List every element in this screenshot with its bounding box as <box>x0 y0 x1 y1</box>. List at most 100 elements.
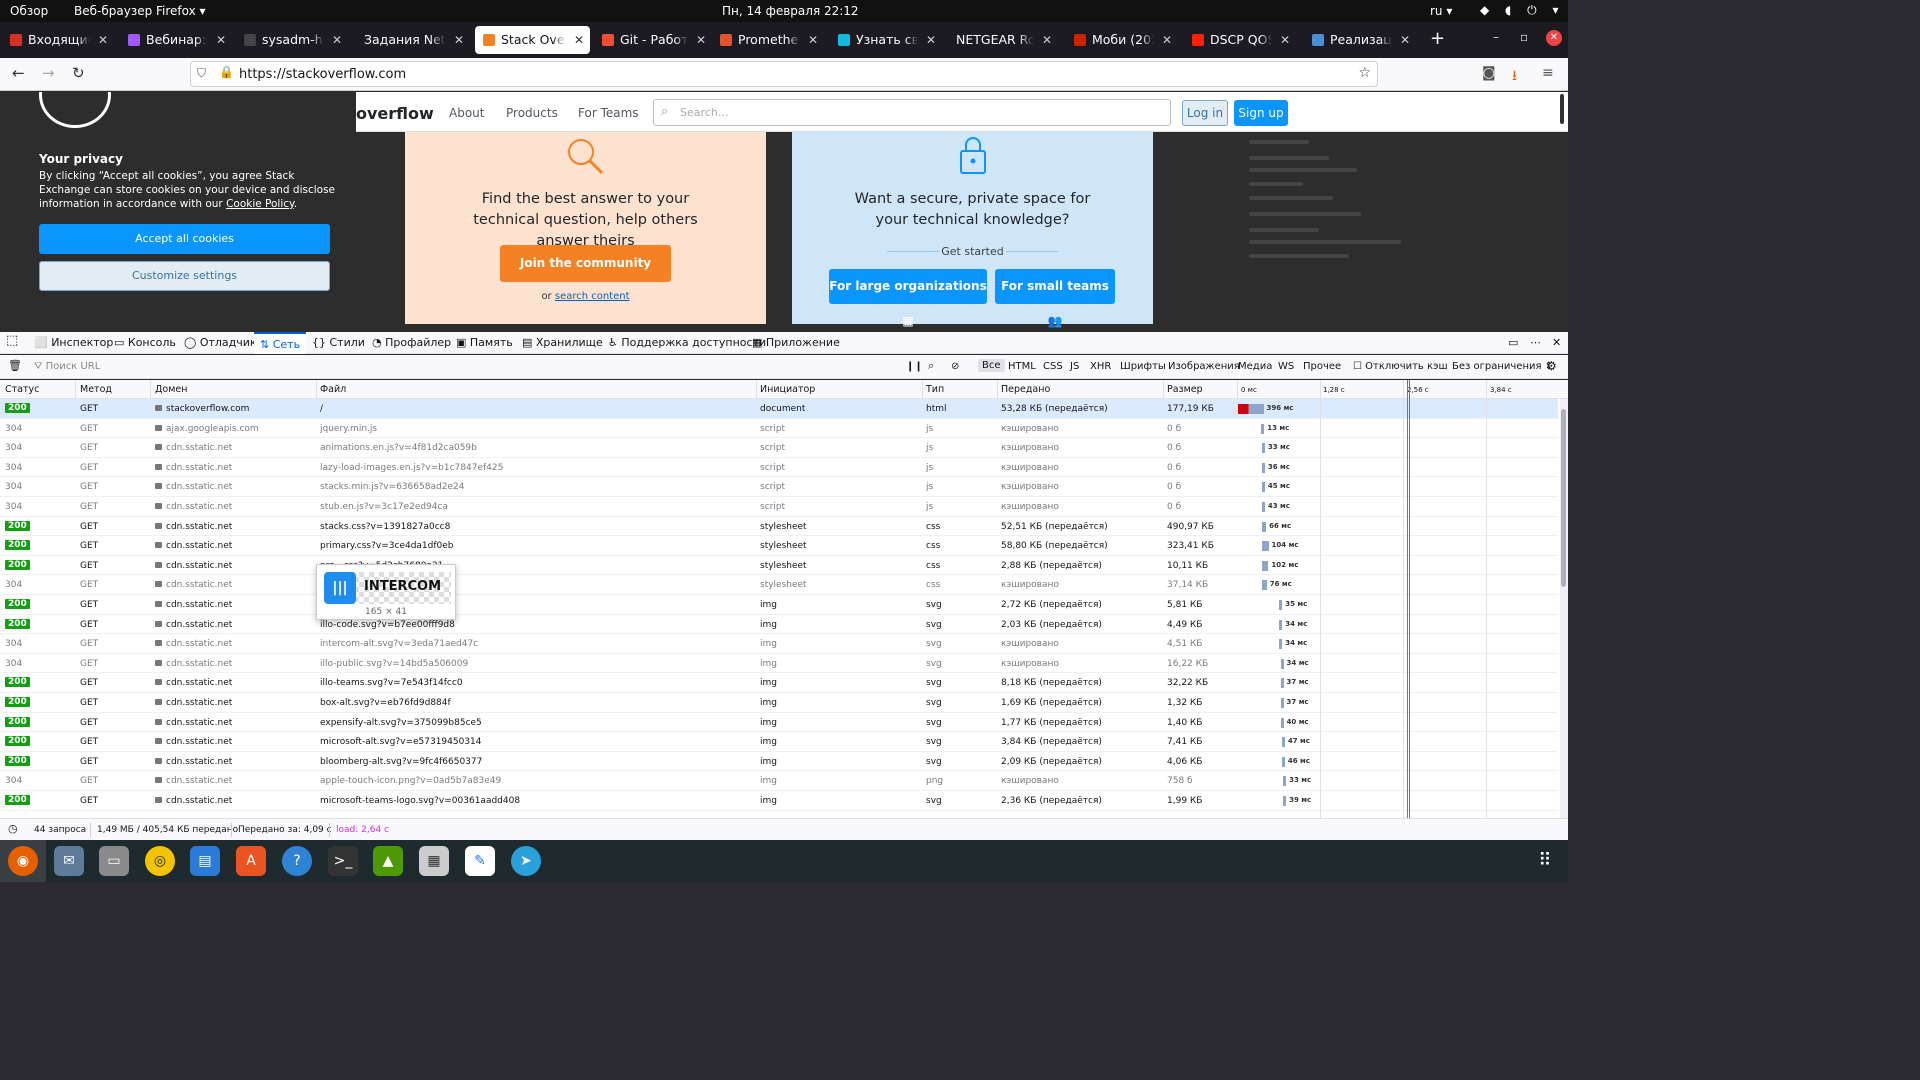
network-request-row[interactable]: 200 GET cdn.sstatic.net bloomberg-alt.svg?v… <box>0 752 1558 772</box>
writer-icon[interactable]: ▤ <box>190 846 220 876</box>
so-signup-button[interactable]: Sign up <box>1234 100 1288 126</box>
devtools-tab-styles[interactable]: {} Стили <box>312 336 365 349</box>
network-request-row[interactable]: 200 GET cdn.sstatic.net microsoft-teams-log… <box>0 791 1558 811</box>
network-request-row[interactable]: 304 GET cdn.sstatic.net lazy-load-images.en… <box>0 458 1558 478</box>
devtools-tab-storage[interactable]: ▤ Хранилище <box>522 336 603 349</box>
pause-icon[interactable]: ❙❙ <box>906 361 923 372</box>
dock-side-icon[interactable]: ▭ <box>1508 336 1518 349</box>
lock-icon[interactable]: 🔒 <box>219 65 234 79</box>
close-tab-icon[interactable]: ✕ <box>574 26 584 54</box>
network-request-row[interactable]: 304 GET cdn.sstatic.net intercom-alt.svg?v=… <box>0 634 1558 654</box>
devtools-tab-network[interactable]: ⇅ Сеть <box>254 332 307 354</box>
address-bar[interactable]: ⛉ 🔒 https://stackoverflow.com ☆ <box>190 61 1378 87</box>
filter-media[interactable]: Медиа <box>1238 361 1272 372</box>
so-nav-about[interactable]: About <box>449 106 484 120</box>
network-request-row[interactable]: 200 GET cdn.sstatic.net expensify-alt.svg?v… <box>0 713 1558 733</box>
more-options-icon[interactable]: ⋯ <box>1530 336 1541 349</box>
close-tab-icon[interactable]: ✕ <box>1280 26 1290 54</box>
browser-tab[interactable]: Задания Netolo✕ <box>338 26 470 54</box>
search-icon[interactable]: ⌕ <box>928 359 934 373</box>
network-request-row[interactable]: 304 GET cdn.sstatic.net animations.en.js?v=… <box>0 438 1558 458</box>
close-tab-icon[interactable]: ✕ <box>1042 26 1052 54</box>
devtools-tab-debugger[interactable]: ◯ Отладчик <box>184 336 257 349</box>
devtools-tab-inspector[interactable]: ⬜ Инспектор <box>34 336 113 349</box>
network-request-row[interactable]: 200 GET cdn.sstatic.net illo-code.svg?v=b7e… <box>0 615 1558 635</box>
close-tab-icon[interactable]: ✕ <box>216 26 226 54</box>
network-request-row[interactable]: 200 GET cdn.sstatic.net primary.css?v=3ce4d… <box>0 536 1558 556</box>
activities-button[interactable]: Обзор <box>10 4 48 18</box>
forward-button[interactable]: → <box>42 64 55 82</box>
tracking-protection-icon[interactable]: ⛉ <box>197 66 206 81</box>
network-list-scrollbar[interactable] <box>1560 399 1568 818</box>
browser-tab[interactable]: Git - Работа с✕ <box>594 26 712 54</box>
element-picker-icon[interactable]: ⬚ <box>6 333 18 348</box>
close-tab-icon[interactable]: ✕ <box>98 26 108 54</box>
page-scrollbar[interactable] <box>1560 94 1564 124</box>
network-request-row[interactable]: 200 GET stackoverflow.com / document html 53,2… <box>0 399 1558 419</box>
network-request-row[interactable]: 200 GET cdn.sstatic.net box-alt.svg?v=eb76f… <box>0 693 1558 713</box>
block-icon[interactable]: ⊘ <box>951 361 959 372</box>
filter-images[interactable]: Изображения <box>1168 361 1240 372</box>
join-community-button[interactable]: Join the community <box>500 245 671 282</box>
browser-tab[interactable]: Вебинар: Ве✕ <box>120 26 232 54</box>
browser-tab[interactable]: Prometheu ✕ <box>712 26 824 54</box>
devtools-tab-console[interactable]: ▭ Консоль <box>114 336 176 349</box>
col-size[interactable]: Размер <box>1167 384 1203 395</box>
close-devtools-icon[interactable]: ✕ <box>1552 336 1561 349</box>
browser-tab[interactable]: DSCP QOS —✕ <box>1184 26 1296 54</box>
filter-url-input[interactable]: ⛛ Поиск URL <box>34 361 100 372</box>
throttling-select[interactable]: Без ограничения ⇕ <box>1452 361 1553 372</box>
network-request-row[interactable]: 304 GET cdn.sstatic.net stacks.min.js?v=636… <box>0 477 1558 497</box>
minimize-button[interactable]: – <box>1493 30 1499 44</box>
so-nav-products[interactable]: Products <box>506 106 558 120</box>
files-icon[interactable]: ▭ <box>99 846 129 876</box>
filter-all[interactable]: Все <box>978 359 1005 372</box>
language-switcher[interactable]: ru ▾ <box>1430 4 1452 18</box>
so-login-button[interactable]: Log in <box>1182 100 1228 126</box>
col-status[interactable]: Статус <box>5 384 39 395</box>
network-request-row[interactable]: 304 GET ajax.googleapis.com jquery.min.js sc… <box>0 419 1558 439</box>
large-orgs-button[interactable]: For large organizations ▦ <box>829 269 987 328</box>
cookie-policy-link[interactable]: Cookie Policy <box>226 198 294 210</box>
system-tray[interactable]: ◆ ◖ ⏻ ▾ <box>1480 3 1565 18</box>
browser-tab[interactable]: Моби (2021)✕ <box>1066 26 1178 54</box>
software-center-icon[interactable]: A <box>236 846 266 876</box>
downloads-icon[interactable]: ⭳ <box>1512 65 1517 89</box>
browser-tab[interactable]: Входящие (2✕ <box>2 26 114 54</box>
so-search-input[interactable]: ⌕ Search… <box>653 99 1171 126</box>
filter-css[interactable]: CSS <box>1043 361 1063 372</box>
app-menu-icon[interactable]: ≡ <box>1542 65 1554 81</box>
col-file[interactable]: Файл <box>320 384 346 395</box>
close-tab-icon[interactable]: ✕ <box>454 26 464 54</box>
devtools-tab-accessibility[interactable]: ♿ Поддержка доступности <box>608 336 766 349</box>
filter-ws[interactable]: WS <box>1278 361 1294 372</box>
devtools-tab-memory[interactable]: ▣ Память <box>456 336 513 349</box>
col-initiator[interactable]: Инициатор <box>760 384 815 395</box>
close-window-button[interactable]: ✕ <box>1546 30 1562 46</box>
url-text[interactable]: https://stackoverflow.com <box>239 67 406 82</box>
accept-cookies-button[interactable]: Accept all cookies <box>39 224 330 254</box>
customize-settings-button[interactable]: Customize settings <box>39 261 330 291</box>
browser-tab[interactable]: Узнать свой✕ <box>830 26 942 54</box>
new-tab-button[interactable]: + <box>1430 28 1445 49</box>
so-logo[interactable]: overflow <box>356 104 434 123</box>
reload-button[interactable]: ↻ <box>72 64 85 82</box>
network-request-row[interactable]: 200GETcdn.sstatic.netpro…css?v=5d2cb7680… <box>0 556 1558 576</box>
network-request-row[interactable]: 200 GET cdn.sstatic.net stacks.css?v=139182… <box>0 517 1558 537</box>
screenshot-icon[interactable]: ▦ <box>419 846 449 876</box>
filter-html[interactable]: HTML <box>1008 361 1036 372</box>
app-menu[interactable]: Веб-браузер Firefox ▾ <box>74 4 206 18</box>
network-request-row[interactable]: 200GETcdn.sstatic.net…g?v=47faa659a05eim… <box>0 595 1558 615</box>
terminal-icon[interactable]: >_ <box>328 846 358 876</box>
filter-fonts[interactable]: Шрифты <box>1120 361 1166 372</box>
search-content-link[interactable]: search content <box>555 291 630 302</box>
firefox-icon[interactable]: ◉ <box>8 846 38 876</box>
col-transferred[interactable]: Передано <box>1001 384 1050 395</box>
filter-other[interactable]: Прочее <box>1303 361 1341 372</box>
network-request-row[interactable]: 200 GET cdn.sstatic.net illo-teams.svg?v=7e… <box>0 673 1558 693</box>
disable-cache-checkbox[interactable]: ☐ Отключить кэш <box>1353 361 1448 372</box>
back-button[interactable]: ← <box>12 64 25 82</box>
maximize-button[interactable]: ▫ <box>1520 30 1528 44</box>
devtools-tab-profiler[interactable]: ◔ Профайлер <box>372 336 451 349</box>
close-tab-icon[interactable]: ✕ <box>808 26 818 54</box>
